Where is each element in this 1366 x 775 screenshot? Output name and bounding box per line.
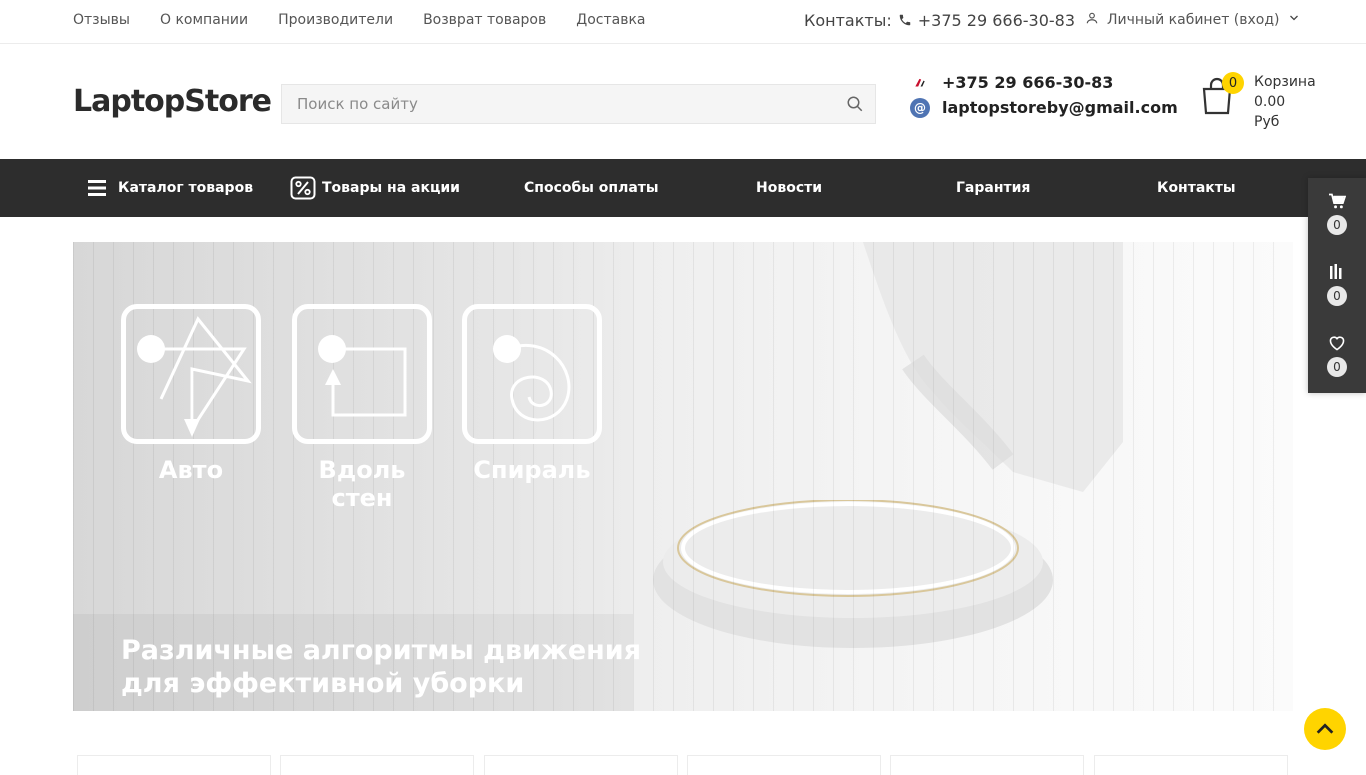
- operator-icon: [910, 73, 930, 93]
- search-bar: [281, 84, 876, 124]
- header-phone-link[interactable]: +375 29 666-30-83: [942, 73, 1113, 92]
- cart-count-badge: 0: [1222, 72, 1244, 94]
- top-link-delivery[interactable]: Доставка: [576, 12, 645, 28]
- mode-spiral-label: Спираль: [473, 456, 591, 484]
- nav-payment[interactable]: Способы оплаты: [524, 159, 659, 217]
- chevron-up-icon: [1314, 718, 1336, 740]
- product-cards-row: [77, 755, 1289, 775]
- side-compare[interactable]: 0: [1308, 264, 1366, 334]
- menu-icon: [88, 180, 106, 196]
- header-phone-row: +375 29 666-30-83: [910, 70, 1178, 95]
- top-contacts: Контакты: +375 29 666-30-83: [804, 0, 1075, 40]
- top-link-reviews[interactable]: Отзывы: [73, 12, 130, 28]
- mode-walls-label: Вдоль стен: [318, 456, 406, 512]
- search-icon[interactable]: [835, 84, 875, 124]
- cart-bag[interactable]: 0: [1200, 72, 1244, 116]
- cart-amount: 0.00: [1254, 94, 1286, 110]
- account-label[interactable]: Личный кабинет (вход): [1107, 12, 1280, 28]
- mode-spiral: Спираль: [462, 304, 602, 484]
- top-phone-link[interactable]: +375 29 666-30-83: [918, 11, 1075, 30]
- email-icon: @: [910, 97, 930, 118]
- banner-title: Различные алгоритмы движения для эффекти…: [121, 635, 642, 699]
- nav-promo[interactable]: Товары на акции: [290, 159, 460, 217]
- cart-currency: Руб: [1254, 114, 1280, 130]
- heart-icon: [1328, 335, 1346, 351]
- side-panel: 0 0 0: [1308, 178, 1366, 393]
- nav-contacts[interactable]: Контакты: [1157, 159, 1236, 217]
- nav-promo-label: Товары на акции: [322, 180, 460, 196]
- nav-catalog-label: Каталог товаров: [118, 180, 254, 196]
- phone-icon: [898, 13, 912, 27]
- header-cart[interactable]: 0 Корзина 0.00 Руб: [1200, 72, 1316, 132]
- nav-news[interactable]: Новости: [756, 159, 822, 217]
- product-card[interactable]: [484, 755, 678, 775]
- nav-catalog[interactable]: Каталог товаров: [88, 159, 253, 217]
- discount-icon: [290, 176, 316, 200]
- site-logo[interactable]: LaptopStore: [73, 84, 272, 119]
- side-compare-count: 0: [1327, 286, 1347, 306]
- side-favorites-count: 0: [1327, 357, 1347, 377]
- side-favorites[interactable]: 0: [1308, 335, 1366, 405]
- product-card[interactable]: [77, 755, 271, 775]
- mode-auto: Авто: [121, 304, 261, 484]
- header-email-row: @ laptopstoreby@gmail.com: [910, 95, 1178, 120]
- top-bar: Отзывы О компании Производители Возврат …: [0, 0, 1366, 44]
- header-contacts: +375 29 666-30-83 @ laptopstoreby@gmail.…: [910, 70, 1178, 120]
- mode-along-walls: Вдоль стен: [292, 304, 432, 512]
- product-card[interactable]: [280, 755, 474, 775]
- wall-path-icon: [318, 335, 407, 417]
- top-link-brands[interactable]: Производители: [278, 12, 393, 28]
- main-nav: Каталог товаров Товары на акции Способы …: [0, 159, 1366, 217]
- nav-warranty[interactable]: Гарантия: [956, 159, 1030, 217]
- cart-icon: [1328, 193, 1346, 209]
- cart-summary[interactable]: Корзина 0.00 Руб: [1254, 72, 1316, 132]
- cart-label: Корзина: [1254, 74, 1316, 90]
- mode-auto-label: Авто: [158, 456, 224, 484]
- chevron-down-icon[interactable]: [1288, 12, 1300, 28]
- user-icon: [1085, 11, 1099, 29]
- header-email-link[interactable]: laptopstoreby@gmail.com: [942, 98, 1178, 117]
- auto-path-icon: [137, 316, 252, 437]
- spiral-path-icon: [493, 335, 571, 422]
- product-card[interactable]: [1094, 755, 1288, 775]
- product-card[interactable]: [687, 755, 881, 775]
- product-card[interactable]: [890, 755, 1084, 775]
- contacts-label: Контакты:: [804, 10, 892, 30]
- compare-icon: [1329, 264, 1345, 280]
- top-link-about[interactable]: О компании: [160, 12, 248, 28]
- top-link-returns[interactable]: Возврат товаров: [423, 12, 546, 28]
- scroll-to-top-button[interactable]: [1304, 708, 1346, 750]
- search-input[interactable]: [282, 95, 835, 113]
- top-links: Отзывы О компании Производители Возврат …: [73, 0, 646, 40]
- hero-banner[interactable]: Авто Вдоль стен Спираль Различные алгори…: [73, 242, 1293, 711]
- account-menu[interactable]: Личный кабинет (вход): [1085, 0, 1300, 40]
- side-cart-count: 0: [1327, 215, 1347, 235]
- side-cart[interactable]: 0: [1308, 193, 1366, 263]
